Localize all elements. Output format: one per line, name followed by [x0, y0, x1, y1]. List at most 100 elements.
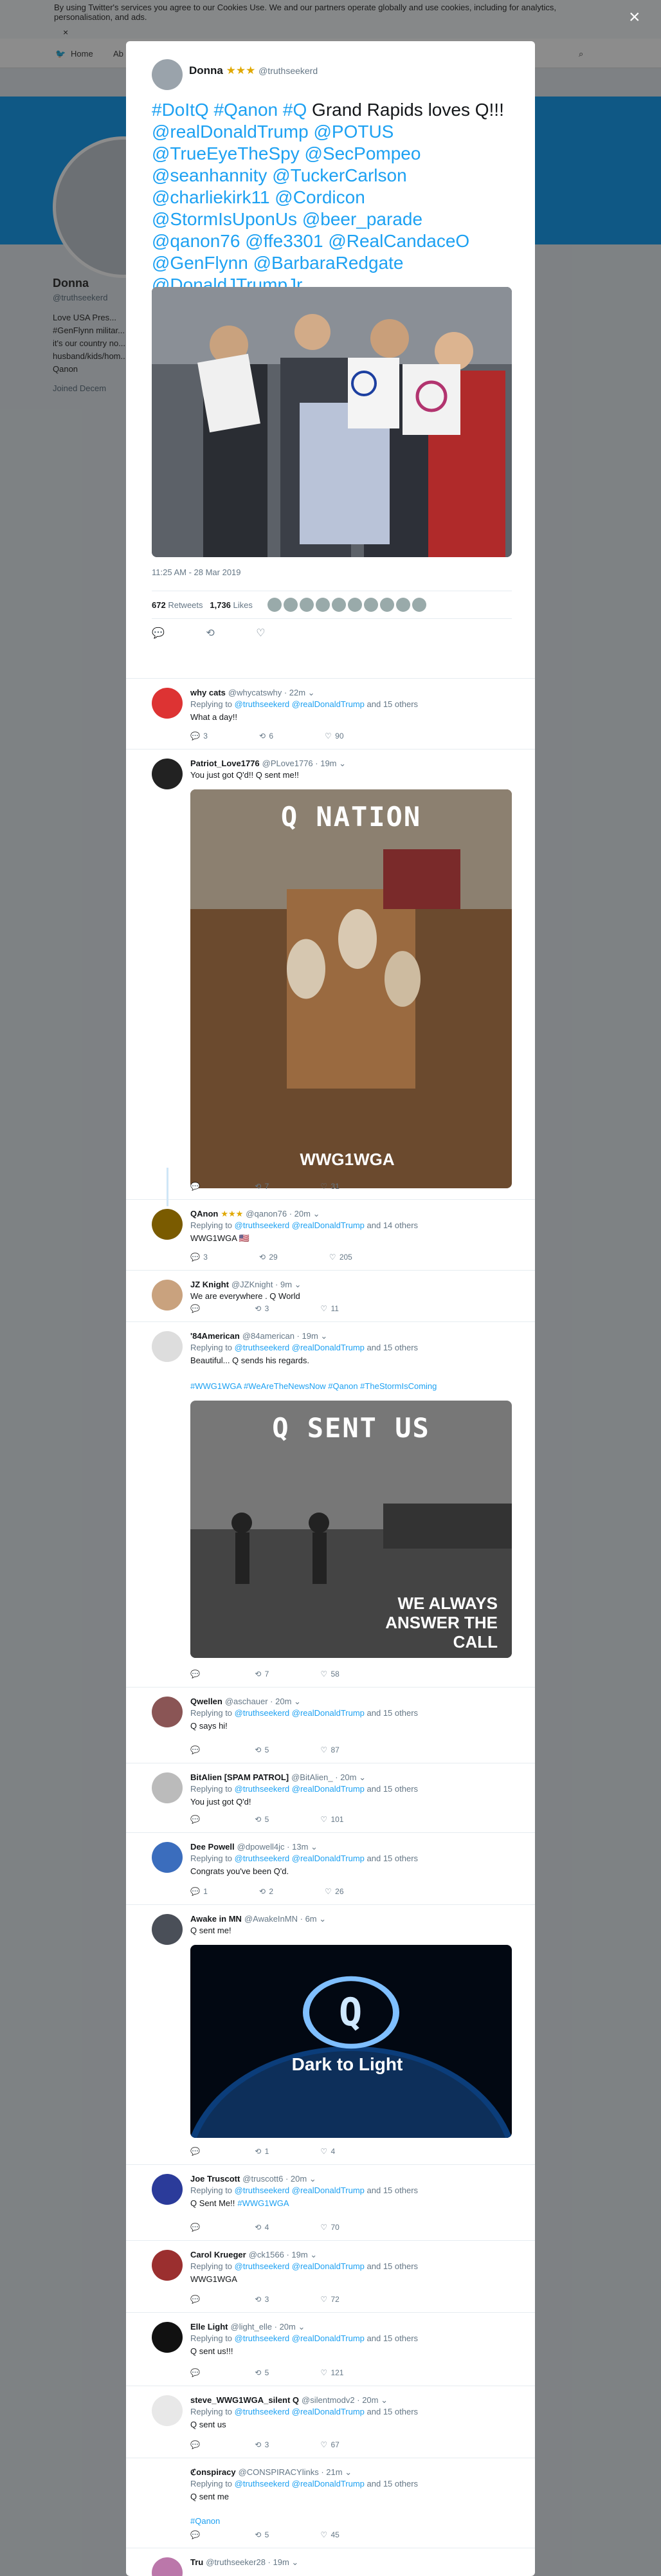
reply-time[interactable]: 9m: [280, 1280, 292, 1289]
replying-mentions[interactable]: @truthseekerd @realDonaldTrump: [235, 2479, 365, 2489]
like-icon[interactable]: ♡: [325, 731, 334, 741]
reply-header[interactable]: Carol Krueger @ck1566 · 19m ⌄: [190, 2250, 317, 2260]
retweet-icon[interactable]: ⟲: [255, 2368, 263, 2377]
reply-author-name[interactable]: why cats: [190, 688, 226, 697]
reply-time[interactable]: 20m: [340, 1772, 356, 1782]
chevron-down-icon[interactable]: ⌄: [296, 2322, 305, 2332]
replying-mentions[interactable]: @truthseekerd @realDonaldTrump: [235, 1220, 365, 1230]
replying-others[interactable]: and 15 others: [367, 2185, 419, 2195]
reply-time[interactable]: 20m: [362, 2395, 378, 2405]
reply-author-name[interactable]: Awake in MN: [190, 1914, 242, 1924]
like-action[interactable]: ♡ 26: [325, 1887, 369, 1896]
like-icon[interactable]: ♡: [320, 2147, 329, 2156]
reply-icon[interactable]: 💬: [190, 1304, 202, 1313]
reply-author-name[interactable]: Carol Krueger: [190, 2250, 246, 2259]
reply-icon[interactable]: 💬: [190, 2295, 202, 2304]
reply-icon[interactable]: 💬: [190, 2530, 202, 2539]
reply-action[interactable]: 💬: [190, 2530, 229, 2539]
retweet-icon[interactable]: ⟲: [259, 1253, 267, 1262]
reply-header[interactable]: Awake in MN @AwakeInMN · 6m ⌄: [190, 1914, 326, 1924]
reply-icon[interactable]: 💬: [190, 1815, 202, 1824]
avatar[interactable]: [152, 759, 183, 789]
reply-icon[interactable]: 💬: [190, 1182, 202, 1191]
replying-mentions[interactable]: @truthseekerd @realDonaldTrump: [235, 1343, 365, 1352]
reply-media[interactable]: Q SENT US WE ALWAYS ANSWER THE CALL: [190, 1401, 512, 1658]
like-action[interactable]: ♡ 11: [320, 1304, 365, 1313]
like-action[interactable]: ♡ 205: [329, 1253, 378, 1262]
chevron-down-icon[interactable]: ⌄: [291, 1697, 301, 1706]
retweet-action[interactable]: ⟲ 5: [255, 2530, 294, 2539]
avatar[interactable]: [152, 1280, 183, 1311]
reply-author-name[interactable]: Qwellen: [190, 1697, 222, 1706]
reply-author-name[interactable]: Elle Light: [190, 2322, 228, 2332]
replying-others[interactable]: and 15 others: [367, 1343, 419, 1352]
reply-time[interactable]: 6m: [305, 1914, 317, 1924]
reply-action[interactable]: 💬 3: [190, 731, 233, 741]
reply-header[interactable]: BitAlien [SPAM PATROL] @BitAlien_ · 20m ⌄: [190, 1772, 366, 1783]
retweet-icon[interactable]: ⟲: [255, 2530, 263, 2539]
retweet-action[interactable]: ⟲ 5: [255, 1745, 294, 1754]
replying-others[interactable]: and 15 others: [367, 2407, 419, 2416]
reply-icon[interactable]: 💬: [190, 2368, 202, 2377]
reply-hashtag[interactable]: #WWG1WGA: [237, 2198, 289, 2208]
replying-others[interactable]: and 15 others: [367, 1784, 419, 1794]
like-action[interactable]: ♡ 58: [320, 1670, 365, 1679]
retweet-action[interactable]: ⟲ 7: [255, 1670, 294, 1679]
replying-mentions[interactable]: @truthseekerd @realDonaldTrump: [235, 2407, 365, 2416]
avatar[interactable]: [152, 1209, 183, 1240]
retweet-action[interactable]: ⟲ 5: [255, 1815, 294, 1824]
reply-action[interactable]: 💬: [190, 2295, 229, 2304]
like-icon[interactable]: ♡: [329, 1253, 338, 1262]
reply-author-name[interactable]: ℭonspiracy: [190, 2467, 236, 2477]
reply-author-name[interactable]: '84American: [190, 1331, 240, 1341]
like-icon[interactable]: ♡: [320, 1182, 329, 1191]
retweet-icon[interactable]: ⟲: [255, 1745, 263, 1754]
avatar[interactable]: [152, 1842, 183, 1873]
replying-mentions[interactable]: @truthseekerd @realDonaldTrump: [235, 1854, 365, 1863]
reply-icon[interactable]: 💬: [190, 1887, 202, 1896]
reply-icon[interactable]: 💬: [190, 731, 202, 741]
retweet-action[interactable]: ⟲ 3: [255, 2295, 294, 2304]
reply-icon[interactable]: 💬: [190, 2223, 202, 2232]
like-action[interactable]: ♡ 101: [320, 1815, 369, 1824]
retweet-action[interactable]: ⟲ 6: [259, 731, 299, 741]
reply-tweet[interactable]: JZ Knight @JZKnight · 9m ⌄ We are everywhe…: [126, 1270, 535, 1321]
reply-author-name[interactable]: QAnon: [190, 1209, 218, 1219]
replying-mentions[interactable]: @truthseekerd @realDonaldTrump: [235, 2185, 365, 2195]
like-action[interactable]: ♡ 70: [320, 2223, 365, 2232]
reply-header[interactable]: ℭonspiracy @CONSPIRACYlinks · 21m ⌄: [190, 2467, 352, 2478]
replying-others[interactable]: and 15 others: [367, 2479, 419, 2489]
reply-time[interactable]: 21m: [326, 2467, 342, 2477]
avatar[interactable]: [152, 59, 183, 90]
replying-mentions[interactable]: @truthseekerd @realDonaldTrump: [235, 699, 365, 709]
reply-action[interactable]: 💬: [190, 2440, 229, 2449]
avatar[interactable]: [152, 1697, 183, 1727]
like-icon[interactable]: ♡: [320, 2530, 329, 2539]
reply-time[interactable]: 19m: [291, 2250, 307, 2259]
reply-icon[interactable]: 💬: [190, 2147, 202, 2156]
like-action[interactable]: ♡ 45: [320, 2530, 365, 2539]
reply-header[interactable]: Qwellen @aschauer · 20m ⌄: [190, 1697, 301, 1707]
tweet-photo[interactable]: [152, 287, 512, 557]
retweet-action[interactable]: ⟲ 3: [255, 2440, 294, 2449]
reply-action[interactable]: 💬: [190, 2223, 229, 2232]
reply-tweet[interactable]: Awake in MN @AwakeInMN · 6m ⌄ Q sent me! Q D…: [126, 1904, 535, 2164]
replying-others[interactable]: and 15 others: [367, 2261, 419, 2271]
retweet-icon[interactable]: ⟲: [255, 2440, 263, 2449]
avatar[interactable]: [152, 688, 183, 719]
retweet-count[interactable]: 672: [152, 600, 166, 610]
reply-media[interactable]: Q Dark to Light: [190, 1945, 512, 2138]
reply-header[interactable]: QAnon ★★★ @qanon76 · 20m ⌄: [190, 1209, 320, 1219]
reply-header[interactable]: '84American @84american · 19m ⌄: [190, 1331, 327, 1341]
retweet-action[interactable]: ⟲ 3: [255, 1304, 294, 1313]
chevron-down-icon[interactable]: ⌄: [337, 759, 346, 768]
reply-tweet[interactable]: ℭonspiracy @CONSPIRACYlinks · 21m ⌄ Replyi…: [126, 2458, 535, 2548]
reply-tweet[interactable]: Carol Krueger @ck1566 · 19m ⌄ Replying to …: [126, 2240, 535, 2312]
reply-action[interactable]: 💬: [190, 2147, 229, 2156]
retweet-icon[interactable]: ⟲: [259, 1887, 267, 1896]
like-count[interactable]: 1,736: [210, 600, 231, 610]
retweet-icon[interactable]: ⟲: [255, 1182, 263, 1191]
like-icon[interactable]: ♡: [320, 2440, 329, 2449]
retweet-icon[interactable]: ⟲: [255, 2295, 263, 2304]
reply-time[interactable]: 19m: [273, 2557, 289, 2567]
